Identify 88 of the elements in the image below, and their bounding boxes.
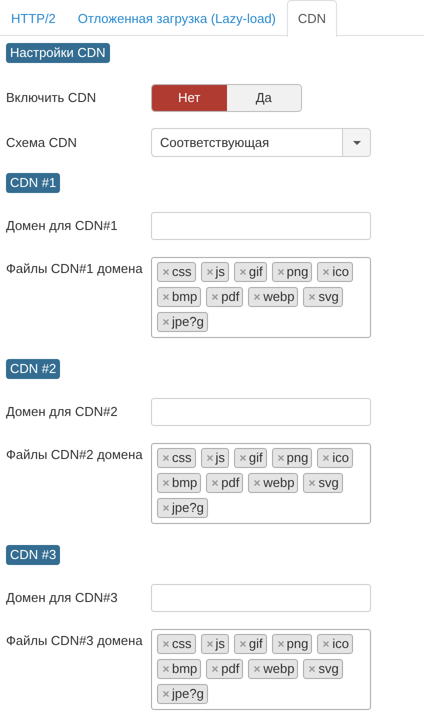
file-type-tag[interactable]: gif <box>234 448 267 468</box>
toggle-option[interactable]: Да <box>226 85 301 111</box>
remove-icon[interactable] <box>163 269 169 275</box>
file-type-tag[interactable]: css <box>157 634 196 654</box>
section-heading: CDN #3 <box>6 545 60 565</box>
remove-icon[interactable] <box>309 294 316 300</box>
file-type-tag[interactable]: css <box>157 448 196 468</box>
tab[interactable]: HTTP/2 <box>0 0 67 36</box>
file-type-tag[interactable]: webp <box>248 473 298 493</box>
dropdown-toggle[interactable] <box>342 129 370 156</box>
remove-icon[interactable] <box>163 691 169 697</box>
scheme-dropdown[interactable]: Соответствующая <box>151 128 371 157</box>
remove-icon[interactable] <box>163 480 169 486</box>
file-type-tag[interactable]: pdf <box>206 473 244 493</box>
field-label: Файлы CDN#1 домена <box>5 260 144 278</box>
remove-icon[interactable] <box>163 641 169 647</box>
file-type-tag[interactable]: ico <box>317 262 353 282</box>
file-type-tag[interactable]: gif <box>234 634 267 654</box>
section-heading: CDN #2 <box>6 359 60 379</box>
remove-icon[interactable] <box>278 455 284 461</box>
remove-icon[interactable] <box>323 641 330 647</box>
remove-icon[interactable] <box>278 269 284 275</box>
section-heading: Настройки CDN <box>6 43 110 63</box>
file-type-tag[interactable]: js <box>200 448 229 468</box>
remove-icon[interactable] <box>278 641 284 647</box>
remove-icon[interactable] <box>206 455 212 461</box>
tags-field[interactable]: css js gif png ico bmp pdf webp svg jpe?g <box>151 629 371 710</box>
tags-field[interactable]: css js gif png ico bmp pdf webp svg jpe?g <box>151 257 371 338</box>
file-type-tag[interactable]: jpe?g <box>157 498 208 518</box>
file-type-tag[interactable]: bmp <box>157 287 202 307</box>
remove-icon[interactable] <box>212 480 218 486</box>
remove-icon[interactable] <box>163 455 169 461</box>
section-heading: CDN #1 <box>6 173 60 193</box>
remove-icon[interactable] <box>212 666 218 672</box>
field-label: Домен для CDN#1 <box>5 217 119 236</box>
file-type-tag[interactable]: css <box>157 262 196 282</box>
toggle-switch[interactable]: Нет Да <box>151 84 302 112</box>
domain-input[interactable] <box>151 212 371 240</box>
file-type-tag[interactable]: webp <box>248 287 298 307</box>
caret-icon <box>352 140 360 144</box>
toggle-option[interactable]: Нет <box>152 85 226 111</box>
file-type-tag[interactable]: webp <box>248 659 298 679</box>
file-type-tag[interactable]: png <box>272 262 312 282</box>
remove-icon[interactable] <box>240 641 246 647</box>
remove-icon[interactable] <box>254 294 260 300</box>
remove-icon[interactable] <box>309 666 316 672</box>
remove-icon[interactable] <box>323 269 330 275</box>
field-label: Файлы CDN#3 домена <box>5 632 144 650</box>
file-type-tag[interactable]: jpe?g <box>157 312 208 332</box>
remove-icon[interactable] <box>206 269 212 275</box>
file-type-tag[interactable]: pdf <box>206 287 244 307</box>
file-type-tag[interactable]: svg <box>303 473 343 493</box>
file-type-tag[interactable]: ico <box>317 448 353 468</box>
file-type-tag[interactable]: pdf <box>206 659 244 679</box>
field-label: Схема CDN <box>5 134 78 152</box>
domain-input[interactable] <box>151 398 371 426</box>
remove-icon[interactable] <box>240 455 246 461</box>
file-type-tag[interactable]: bmp <box>157 473 202 493</box>
file-type-tag[interactable]: ico <box>317 634 353 654</box>
remove-icon[interactable] <box>163 666 169 672</box>
remove-icon[interactable] <box>254 480 260 486</box>
file-type-tag[interactable]: svg <box>303 659 343 679</box>
file-type-tag[interactable]: png <box>272 448 312 468</box>
remove-icon[interactable] <box>163 319 169 325</box>
file-type-tag[interactable]: js <box>200 634 229 654</box>
field-label: Домен для CDN#3 <box>5 589 119 608</box>
remove-icon[interactable] <box>323 455 330 461</box>
remove-icon[interactable] <box>309 480 316 486</box>
file-type-tag[interactable]: bmp <box>157 659 202 679</box>
file-type-tag[interactable]: jpe?g <box>157 684 208 704</box>
file-type-tag[interactable]: svg <box>303 287 343 307</box>
remove-icon[interactable] <box>212 294 218 300</box>
domain-input[interactable] <box>151 584 371 612</box>
tags-field[interactable]: css js gif png ico bmp pdf webp svg jpe?g <box>151 443 371 524</box>
remove-icon[interactable] <box>206 641 212 647</box>
remove-icon[interactable] <box>163 505 169 511</box>
file-type-tag[interactable]: js <box>200 262 229 282</box>
remove-icon[interactable] <box>254 666 260 672</box>
field-label: Файлы CDN#2 домена <box>5 446 144 464</box>
field-label: Домен для CDN#2 <box>5 403 119 422</box>
field-label: Включить CDN <box>5 89 98 108</box>
dropdown-value: Соответствующая <box>159 134 270 152</box>
remove-icon[interactable] <box>163 294 169 300</box>
tab[interactable]: CDN <box>286 0 338 37</box>
tab[interactable]: Отложенная загрузка (Lazy-load) <box>66 0 287 36</box>
remove-icon[interactable] <box>240 269 246 275</box>
file-type-tag[interactable]: png <box>272 634 312 654</box>
file-type-tag[interactable]: gif <box>234 262 267 282</box>
